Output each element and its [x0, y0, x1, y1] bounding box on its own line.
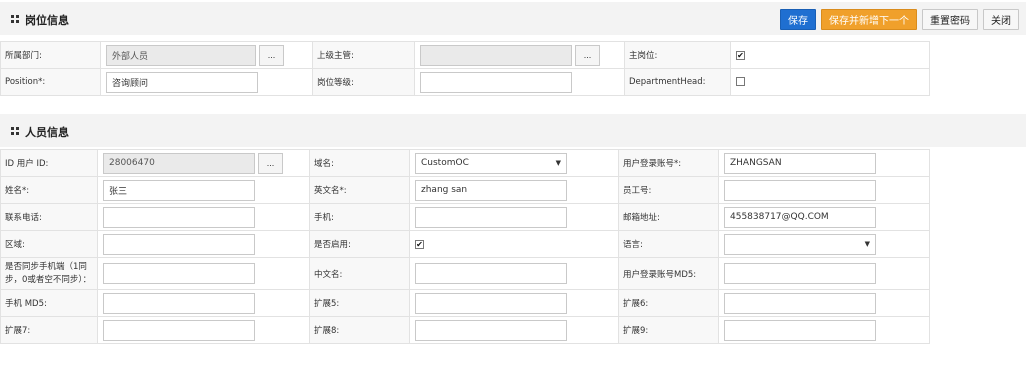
ext7-field[interactable]	[103, 319, 255, 341]
ext5-label: 扩展5:	[309, 289, 410, 317]
close-button[interactable]: 关闭	[983, 9, 1019, 30]
login-label: 用户登录账号*:	[618, 149, 719, 177]
mobile-label: 手机:	[309, 203, 410, 231]
language-label: 语言:	[618, 230, 719, 258]
chinese-name-field[interactable]	[415, 263, 567, 284]
department-picker-button[interactable]: ...	[259, 44, 284, 66]
user-id-field[interactable]: 28006470	[103, 152, 255, 174]
email-field[interactable]: 455838717@QQ.COM	[724, 206, 876, 228]
department-head-label: DepartmentHead:	[624, 68, 731, 96]
ext9-field[interactable]	[724, 319, 876, 341]
post-section-header: 岗位信息 保存 保存并新增下一个 重置密码 关闭	[0, 2, 1026, 35]
toolbar: 保存 保存并新增下一个 重置密码 关闭	[780, 9, 1019, 30]
save-button[interactable]: 保存	[780, 9, 816, 30]
ext5-field[interactable]	[415, 292, 567, 314]
mobile-md5-field[interactable]	[103, 292, 255, 314]
enabled-checkbox[interactable]: ✔	[415, 240, 424, 250]
ext7-label: 扩展7:	[0, 316, 98, 344]
person-section-title: 人员信息	[25, 126, 69, 139]
english-name-label: 英文名*:	[309, 176, 410, 204]
enabled-label: 是否启用:	[309, 230, 410, 258]
chevron-down-icon: ▼	[555, 159, 561, 167]
employee-no-label: 员工号:	[618, 176, 719, 204]
english-name-field[interactable]: zhang san	[415, 179, 567, 201]
position-label: Position*:	[0, 68, 101, 96]
main-post-label: 主岗位:	[624, 41, 731, 69]
phone-label: 联系电话:	[0, 203, 98, 231]
domain-label: 域名:	[309, 149, 410, 177]
region-label: 区域:	[0, 230, 98, 258]
save-and-new-button[interactable]: 保存并新增下一个	[821, 9, 917, 30]
main-post-checkbox[interactable]: ✔	[736, 51, 745, 61]
region-field[interactable]	[103, 233, 255, 255]
person-form: ID 用户 ID: 28006470 ... 域名: CustomOC ▼ 用户…	[0, 149, 930, 344]
name-field[interactable]: 张三	[103, 179, 255, 201]
domain-select[interactable]: CustomOC ▼	[415, 152, 567, 174]
chinese-name-label: 中文名:	[309, 257, 410, 290]
mobile-md5-label: 手机 MD5:	[0, 289, 98, 317]
post-level-label: 岗位等级:	[312, 68, 415, 96]
person-section-header: 人员信息	[0, 114, 1026, 147]
user-id-picker-button[interactable]: ...	[258, 152, 283, 174]
chevron-down-icon: ▼	[864, 240, 870, 248]
email-label: 邮箱地址:	[618, 203, 719, 231]
login-md5-label: 用户登录账号MD5:	[618, 257, 719, 290]
mobile-field[interactable]	[415, 206, 567, 228]
domain-select-value: CustomOC	[421, 158, 469, 168]
ext8-field[interactable]	[415, 319, 567, 341]
superior-picker-button[interactable]: ...	[575, 44, 600, 66]
superior-label: 上级主管:	[312, 41, 415, 69]
ext6-field[interactable]	[724, 292, 876, 314]
post-form: 所属部门: 外部人员 ... 上级主管: ... 主岗位: ✔ Position…	[0, 41, 930, 96]
sync-label: 是否同步手机端（1同 步，0或者空不同步）：	[0, 257, 98, 290]
sync-label-line1: 是否同步手机端（1同	[5, 261, 87, 272]
login-field[interactable]: ZHANGSAN	[724, 152, 876, 174]
department-field[interactable]: 外部人员	[106, 44, 256, 66]
ext6-label: 扩展6:	[618, 289, 719, 317]
reset-password-button[interactable]: 重置密码	[922, 9, 978, 30]
department-label: 所属部门:	[0, 41, 101, 69]
sync-field[interactable]	[103, 263, 255, 284]
login-md5-field[interactable]	[724, 263, 876, 284]
employee-no-field[interactable]	[724, 179, 876, 201]
grid-icon	[11, 127, 19, 135]
sync-label-line2: 步，0或者空不同步）：	[5, 274, 92, 285]
user-id-label: ID 用户 ID:	[0, 149, 98, 177]
ext8-label: 扩展8:	[309, 316, 410, 344]
grid-icon	[11, 15, 19, 23]
post-section-title: 岗位信息	[25, 14, 69, 27]
name-label: 姓名*:	[0, 176, 98, 204]
post-level-field[interactable]	[420, 71, 572, 93]
phone-field[interactable]	[103, 206, 255, 228]
position-field[interactable]: 咨询顾问	[106, 71, 258, 93]
ext9-label: 扩展9:	[618, 316, 719, 344]
superior-field[interactable]	[420, 44, 572, 66]
language-select[interactable]: ▼	[724, 233, 876, 255]
department-head-checkbox[interactable]	[736, 76, 745, 86]
